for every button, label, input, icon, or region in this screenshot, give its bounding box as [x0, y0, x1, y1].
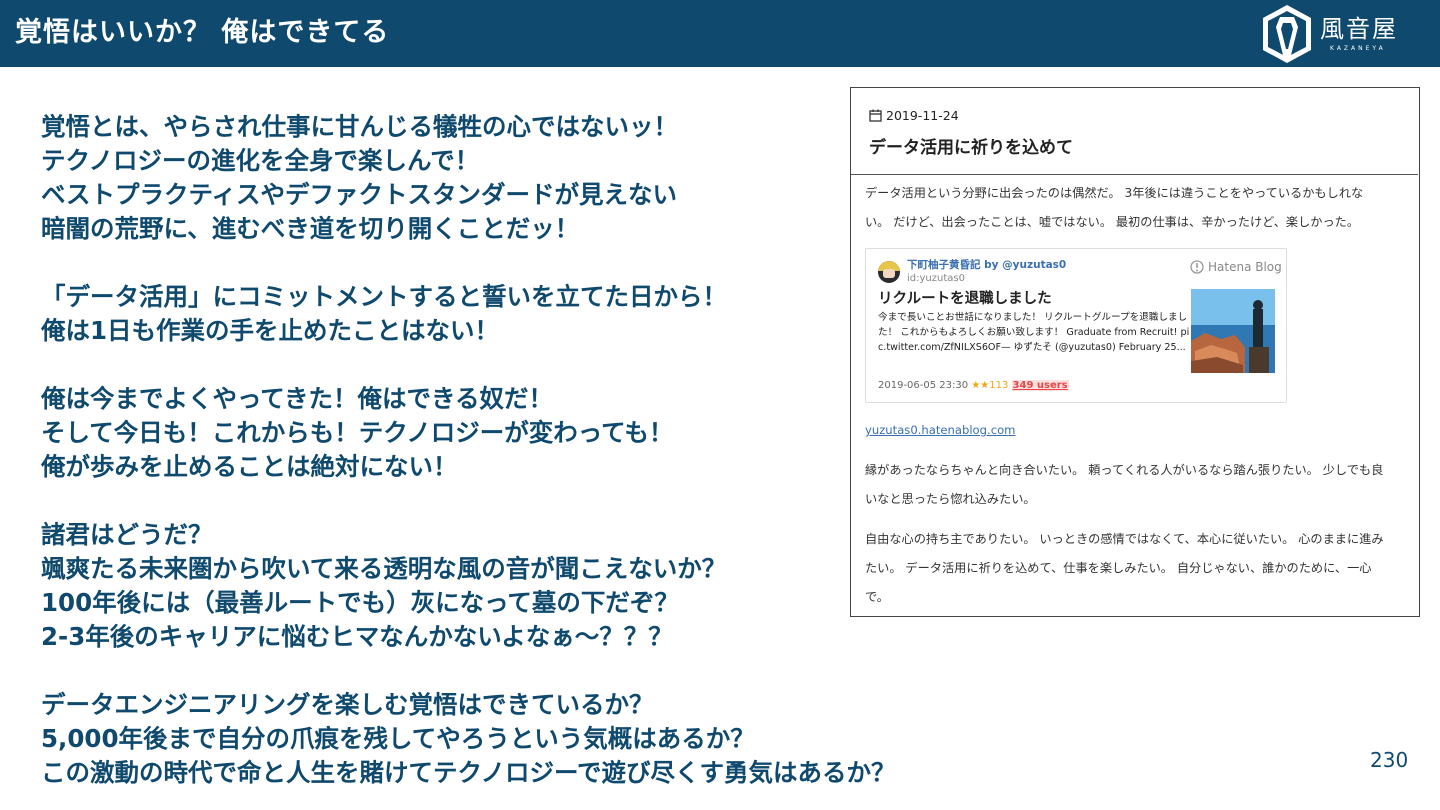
body-line: 俺が歩みを止めることは絶対にない！: [41, 452, 458, 481]
body-line: 覚悟とは、やらされ仕事に甘んじる犠牲の心ではないッ！: [41, 112, 678, 141]
body-line: 俺は1日も作業の手を止めたことはない！: [41, 316, 500, 345]
body-line: 諸君はどうだ？: [41, 520, 213, 549]
body-line: 暗闇の荒野に、進むべき道を切り開くことだッ！: [41, 214, 580, 243]
calendar-icon: [869, 109, 882, 122]
embed-title[interactable]: リクルートを退職しました: [878, 289, 1052, 309]
blog-screenshot: 2019-11-24 データ活用に祈りを込めて データ活用という分野に出会ったの…: [850, 87, 1420, 617]
body-line: そして今日も！これからも！テクノロジーが変わっても！: [41, 418, 674, 447]
paragraph-line: 縁があったならちゃんと向き合いたい。 頼ってくれる人がいるなら踏ん張りたい。 少…: [865, 463, 1384, 477]
body-line: この激動の時代で命と人生を賭けてテクノロジーで遊び尽くす勇気はあるか？: [41, 758, 896, 787]
paragraph-line: データ活用という分野に出会ったのは偶然だ。 3年後には違うことをやっているかもし…: [865, 186, 1364, 200]
embed-excerpt: 今まで長いことお世話になりました！ リクルートグループを退職しまし た！ これか…: [878, 310, 1190, 355]
body-line: ベストプラクティスやデファクトスタンダードが見えない: [41, 180, 678, 209]
body-line: データエンジニアリングを楽しむ覚悟はできているか？: [41, 690, 654, 719]
body-line: 「データ活用」にコミットメントすると誓いを立てた日から！: [41, 282, 727, 311]
logo-subtitle: KAZANEYA: [1330, 45, 1386, 52]
page-number: 230: [1370, 748, 1409, 772]
body-line: 100年後には（最善ルートでも）灰になって墓の下だぞ？: [41, 588, 679, 617]
logo-wordmark: 風音屋: [1320, 15, 1398, 43]
post-paragraph-3: 自由な心の持ち主でありたい。 いっときの感情ではなくて、本心に従いたい。 心のま…: [865, 525, 1410, 612]
shield-logo-icon: [1263, 5, 1311, 63]
blog-embed-card[interactable]: 下町柚子黄昏記 by @yuzutas0 id:yuzutas0 Hatena …: [865, 248, 1287, 403]
star-count[interactable]: ★★113: [971, 380, 1008, 391]
body-line: 2-3年後のキャリアに悩むヒマなんかないよなぁ〜？？？: [41, 622, 673, 651]
post-date: 2019-11-24: [886, 108, 959, 123]
paragraph-line: 自由な心の持ち主でありたい。 いっときの感情ではなくて、本心に従いたい。 心のま…: [865, 532, 1384, 546]
embed-author-name[interactable]: 下町柚子黄昏記 by @yuzutas0: [907, 258, 1066, 272]
body-line: 颯爽たる未来圏から吹いて来る透明な風の音が聞こえないか？: [41, 554, 727, 583]
excerpt-line: 今まで長いことお世話になりました！ リクルートグループを退職しまし: [878, 312, 1188, 323]
post-paragraph-1: データ活用という分野に出会ったのは偶然だ。 3年後には違うことをやっているかもし…: [865, 179, 1410, 237]
body-line: テクノロジーの進化を全身で楽しんで！: [41, 146, 480, 175]
hatena-blog-icon: [1190, 260, 1204, 274]
kazaneya-logo: 風音屋 KAZANEYA: [1258, 3, 1418, 65]
embed-datetime: 2019-06-05 23:30: [878, 380, 969, 391]
slide-title: 覚悟はいいか？ 俺はできてる: [15, 17, 390, 48]
post-paragraph-2: 縁があったならちゃんと向き合いたい。 頼ってくれる人がいるなら踏ん張りたい。 少…: [865, 456, 1410, 514]
excerpt-line: た！ これからもよろしくお願い致します！ Graduate from Recru…: [878, 327, 1190, 338]
author-avatar[interactable]: [878, 261, 900, 283]
blog-post-header: 2019-11-24 データ活用に祈りを込めて: [851, 88, 1418, 175]
embed-thumbnail-image[interactable]: [1191, 289, 1275, 373]
embed-author-id: id:yuzutas0: [907, 273, 965, 284]
bookmark-users-badge[interactable]: 349 users: [1011, 380, 1069, 391]
blog-url-link[interactable]: yuzutas0.hatenablog.com: [865, 422, 1015, 438]
paragraph-line: いなと思ったら惚れ込みたい。: [865, 492, 1036, 506]
paragraph-line: で。: [865, 590, 889, 604]
slide-body-text: 覚悟とは、やらされ仕事に甘んじる犠牲の心ではないッ！ テクノロジーの進化を全身で楽…: [41, 110, 896, 790]
excerpt-line: c.twitter.com/ZfNILXS6OF— ゆずたそ (@yuzutas…: [878, 342, 1186, 353]
hatena-blog-label: Hatena Blog: [1208, 260, 1282, 274]
paragraph-line: い。 だけど、出会ったことは、嘘ではない。 最初の仕事は、辛かったけど、楽しかっ…: [865, 215, 1360, 229]
body-line: 俺は今までよくやってきた！俺はできる奴だ！: [41, 384, 554, 413]
paragraph-line: たい。 データ活用に祈りを込めて、仕事を楽しみたい。 自分じゃない、誰かのために…: [865, 561, 1372, 575]
body-line: 5,000年後まで自分の爪痕を残してやろうという気概はあるか？: [41, 724, 755, 753]
post-title[interactable]: データ活用に祈りを込めて: [869, 137, 1073, 159]
embed-meta: 2019-06-05 23:30 ★★113 349 users: [878, 379, 1069, 393]
slide-header: 覚悟はいいか？ 俺はできてる 風音屋 KAZANEYA: [0, 0, 1440, 67]
